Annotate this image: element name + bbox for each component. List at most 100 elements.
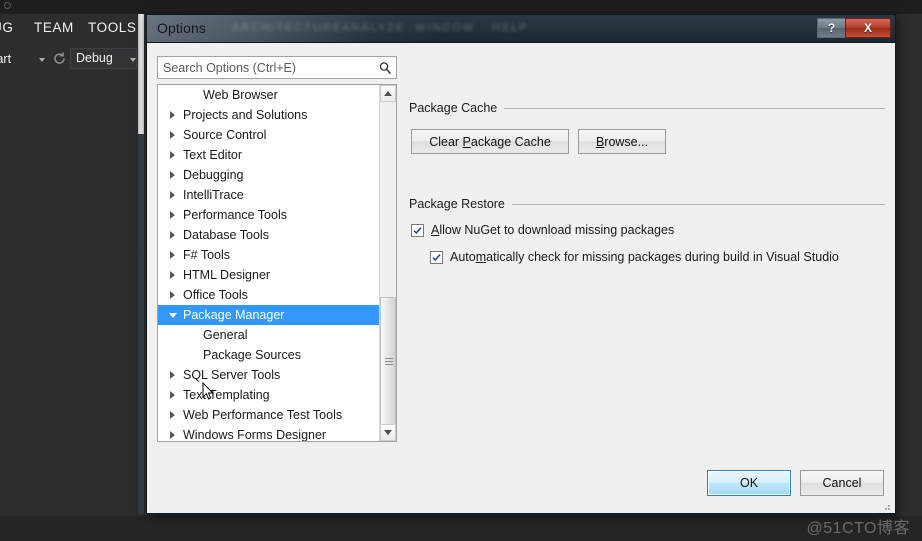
chevron-right-icon[interactable] [166,229,179,242]
help-button[interactable]: ? [817,18,845,38]
vs-menu-item-debug[interactable]: UG [0,20,13,35]
background-menu-architecture: ARCHITECTURE [232,22,343,34]
allow-label-post: llow NuGet to download missing packages [439,223,675,237]
checkmark-icon [432,253,441,261]
tree-item-label: Debugging [183,168,244,182]
cancel-button[interactable]: Cancel [800,470,884,496]
vs-menu-item-tools[interactable]: TOOLS [88,20,137,35]
tree-item-package-sources[interactable]: Package Sources [158,345,381,365]
vs-status-bar [0,516,922,541]
tree-item-label: IntelliTrace [183,188,244,202]
vs-start-button[interactable]: tart [0,52,11,66]
scrollbar-grip-icon [385,358,393,367]
vs-configuration-caret-icon[interactable] [130,58,136,62]
vs-panel-edge-light-left [138,14,144,134]
scroll-down-icon[interactable] [380,424,396,441]
tree-item-windows-forms-designer[interactable]: Windows Forms Designer [158,425,381,442]
package-restore-group-header: Package Restore [409,197,885,211]
vs-menu-bar: UG TEAM TOOLS [0,20,150,42]
chevron-right-icon[interactable] [166,289,179,302]
chevron-right-icon[interactable] [166,249,179,262]
tree-item-package-manager[interactable]: Package Manager [158,305,381,325]
tree-item-label: Source Control [183,128,267,142]
tree-item-intellitrace[interactable]: IntelliTrace [158,185,381,205]
chevron-right-icon[interactable] [166,409,179,422]
browse-button[interactable]: Browse... [578,129,666,154]
auto-check-missing-packages-checkbox[interactable] [430,250,443,264]
chevron-right-icon[interactable] [166,189,179,202]
resize-grip-icon[interactable] [880,499,892,511]
search-input[interactable] [158,60,374,75]
options-tree-panel: Web Browser Projects and Solutions Source … [157,84,397,442]
group-separator-line [511,203,885,205]
auto-check-missing-packages-row[interactable]: Automatically check for missing packages… [430,250,839,264]
tree-item-label: Text Templating [183,388,270,402]
scroll-up-icon[interactable] [380,85,396,102]
vs-window-dot-icon [4,2,11,9]
tree-item-projects-and-solutions[interactable]: Projects and Solutions [158,105,381,125]
vs-panel-edge-dark-left [138,134,144,514]
refresh-icon[interactable] [52,51,67,66]
vs-start-dropdown-caret-icon[interactable] [39,58,45,62]
scrollbar-thumb[interactable] [380,297,396,429]
vs-toolbar: tart Debug [0,48,150,74]
clear-cache-label-post: ackage Cache [470,134,551,149]
chevron-right-icon[interactable] [166,109,179,122]
allow-nuget-download-row[interactable]: Allow NuGet to download missing packages [411,223,674,237]
dialog-title-bar[interactable]: Options ARCHITECTURE ANALYZE WINDOW HELP… [147,15,895,43]
tree-item-office-tools[interactable]: Office Tools [158,285,381,305]
tree-item-html-designer[interactable]: HTML Designer [158,265,381,285]
chevron-right-icon[interactable] [166,389,179,402]
search-box[interactable] [157,56,397,79]
tree-item-web-performance-test-tools[interactable]: Web Performance Test Tools [158,405,381,425]
checkmark-icon [413,226,422,234]
vs-menu-item-team[interactable]: TEAM [34,20,74,35]
allow-nuget-download-checkbox[interactable] [411,223,424,237]
chevron-right-icon[interactable] [166,209,179,222]
auto-label-accel: m [475,250,487,264]
tree-item-label: Database Tools [183,228,269,242]
options-dialog: Options ARCHITECTURE ANALYZE WINDOW HELP… [146,14,896,514]
chevron-right-icon[interactable] [166,269,179,282]
vs-configuration-value: Debug [76,51,113,65]
tree-item-label: F# Tools [183,248,231,262]
package-manager-general-panel: Package Cache Clear Package Cache Browse… [409,56,885,486]
watermark: @51CTO博客 [806,520,910,537]
tree-item-web-browser[interactable]: Web Browser [158,85,381,105]
tree-item-sql-server-tools[interactable]: SQL Server Tools [158,365,381,385]
package-cache-group-header: Package Cache [409,101,885,115]
package-cache-group-label: Package Cache [409,101,498,115]
chevron-right-icon[interactable] [166,149,179,162]
clear-cache-label-pre: Clear [429,134,463,149]
chevron-right-icon[interactable] [166,129,179,142]
tree-item-general[interactable]: General [158,325,381,345]
auto-check-label: Automatically check for missing packages… [450,250,839,264]
tree-item-text-editor[interactable]: Text Editor [158,145,381,165]
auto-label-pre: Auto [450,250,476,264]
tree-item-debugging[interactable]: Debugging [158,165,381,185]
tree-item-database-tools[interactable]: Database Tools [158,225,381,245]
ok-button[interactable]: OK [707,470,791,496]
tree-item-label: SQL Server Tools [183,368,281,382]
search-icon[interactable] [374,61,396,75]
auto-label-post: atically check for missing packages duri… [486,250,839,264]
tree-item-f-tools[interactable]: F# Tools [158,245,381,265]
tree-item-label: Text Editor [183,148,243,162]
tree-item-source-control[interactable]: Source Control [158,125,381,145]
chevron-right-icon[interactable] [166,369,179,382]
group-separator-line [504,107,885,109]
chevron-down-icon[interactable] [166,309,179,322]
chevron-right-icon[interactable] [166,169,179,182]
allow-nuget-label: Allow NuGet to download missing packages [431,223,674,237]
chevron-right-icon[interactable] [166,429,179,442]
close-button[interactable]: X [845,18,891,38]
tree-item-label: Package Manager [183,308,285,322]
tree-item-label: Web Browser [203,88,278,102]
background-menu-window: WINDOW [415,22,476,34]
tree-scrollbar[interactable] [379,85,396,441]
clear-package-cache-button[interactable]: Clear Package Cache [411,129,569,154]
tree-item-text-templating[interactable]: Text Templating [158,385,381,405]
tree-item-performance-tools[interactable]: Performance Tools [158,205,381,225]
